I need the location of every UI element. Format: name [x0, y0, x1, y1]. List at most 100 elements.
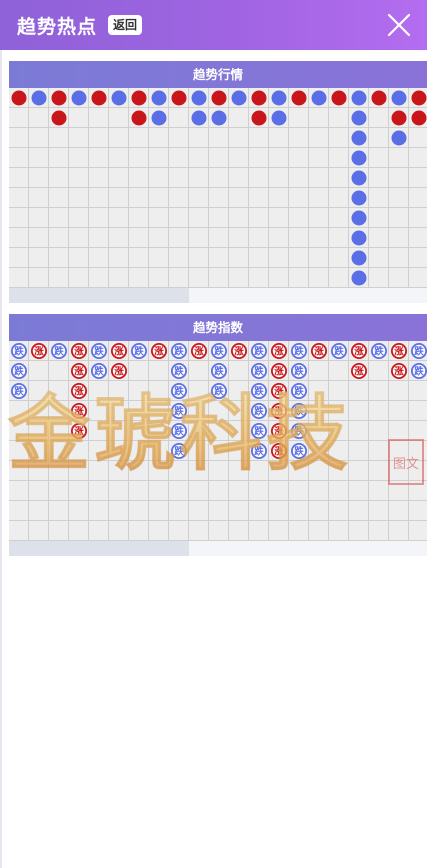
trend-index-chart: 跌跌跌涨跌涨涨涨涨涨跌跌涨涨跌涨跌跌跌跌跌跌涨 跌跌跌涨 跌跌跌跌跌跌涨涨涨涨涨涨跌…	[9, 341, 427, 541]
red-dot	[51, 110, 67, 126]
red-dot	[411, 110, 427, 126]
up-badge: 涨	[71, 343, 87, 359]
red-dot	[131, 110, 147, 126]
blue-dot	[351, 150, 367, 166]
red-dot	[11, 90, 27, 106]
trend-market-panel: 趋势行情	[9, 61, 427, 303]
scrollbar-thumb[interactable]	[9, 288, 189, 303]
badge-label: 涨	[154, 346, 164, 358]
badge-label: 跌	[174, 366, 184, 378]
blue-dot	[231, 90, 247, 106]
badge-label: 涨	[274, 346, 284, 358]
down-badge: 跌	[251, 343, 267, 359]
badge-label: 跌	[254, 366, 264, 378]
up-badge: 涨	[351, 363, 367, 379]
up-badge: 涨	[71, 403, 87, 419]
up-badge: 涨	[71, 383, 87, 399]
down-badge: 跌	[411, 363, 427, 379]
down-badge: 跌	[171, 343, 187, 359]
trend-market-grid[interactable]	[9, 88, 427, 288]
red-dot	[371, 90, 387, 106]
up-badge: 涨	[271, 383, 287, 399]
badge-label: 涨	[274, 426, 284, 438]
down-badge: 跌	[211, 383, 227, 399]
badge-label: 涨	[274, 406, 284, 418]
badge-label: 跌	[254, 446, 264, 458]
down-badge: 跌	[331, 343, 347, 359]
badge-label: 跌	[294, 346, 304, 358]
red-dot	[251, 110, 267, 126]
page-edge	[0, 50, 2, 868]
badge-label: 跌	[254, 406, 264, 418]
red-dot	[131, 90, 147, 106]
up-badge: 涨	[31, 343, 47, 359]
blue-dot	[351, 170, 367, 186]
down-badge: 跌	[131, 343, 147, 359]
trend-market-title: 趋势行情	[9, 61, 427, 88]
up-badge: 涨	[71, 363, 87, 379]
blue-dot	[351, 190, 367, 206]
trend-index-title: 趋势指数	[9, 314, 427, 341]
down-badge: 跌	[171, 383, 187, 399]
down-badge: 跌	[91, 343, 107, 359]
badge-label: 涨	[74, 406, 84, 418]
badge-label: 跌	[214, 346, 224, 358]
badge-label: 涨	[394, 346, 404, 358]
blue-dot	[351, 130, 367, 146]
up-badge: 涨	[191, 343, 207, 359]
down-badge: 跌	[211, 343, 227, 359]
red-dot	[331, 90, 347, 106]
badge-label: 跌	[14, 366, 24, 378]
badge-label: 涨	[274, 366, 284, 378]
badge-label: 跌	[14, 386, 24, 398]
down-badge: 跌	[291, 403, 307, 419]
blue-dot	[151, 90, 167, 106]
down-badge: 跌	[291, 443, 307, 459]
blue-dot	[271, 110, 287, 126]
badge-label: 涨	[394, 366, 404, 378]
down-badge: 跌	[411, 343, 427, 359]
badge-label: 跌	[254, 426, 264, 438]
blue-dot	[351, 90, 367, 106]
badge-label: 涨	[34, 346, 44, 358]
scrollbar-thumb[interactable]	[9, 541, 189, 556]
up-badge: 涨	[391, 343, 407, 359]
down-badge: 跌	[11, 383, 27, 399]
red-dot	[91, 90, 107, 106]
badge-label: 跌	[294, 446, 304, 458]
badge-label: 跌	[214, 366, 224, 378]
blue-dot	[271, 90, 287, 106]
blue-dot	[111, 90, 127, 106]
down-badge: 跌	[171, 443, 187, 459]
blue-dot	[211, 110, 227, 126]
blue-dot	[351, 210, 367, 226]
blue-dot	[71, 90, 87, 106]
up-badge: 涨	[391, 363, 407, 379]
close-icon[interactable]	[386, 12, 412, 38]
badge-label: 涨	[314, 346, 324, 358]
up-badge: 涨	[151, 343, 167, 359]
trend-index-grid[interactable]: 跌跌跌涨跌涨涨涨涨涨跌跌涨涨跌涨跌跌跌跌跌跌涨跌跌跌涨跌跌跌跌跌跌涨涨涨涨涨涨跌…	[9, 341, 427, 541]
blue-dot	[351, 250, 367, 266]
down-badge: 跌	[171, 403, 187, 419]
red-dot	[211, 90, 227, 106]
blue-dot	[31, 90, 47, 106]
trend-index-scrollbar[interactable]	[9, 541, 427, 556]
down-badge: 跌	[211, 363, 227, 379]
badge-label: 涨	[74, 386, 84, 398]
trend-index-panel: 趋势指数 跌跌跌涨跌涨涨涨涨涨跌跌涨涨跌涨跌跌跌跌跌跌涨跌跌跌涨跌跌跌跌跌跌涨涨…	[9, 314, 427, 556]
back-button[interactable]: 返回	[108, 15, 143, 35]
badge-label: 跌	[174, 426, 184, 438]
badge-label: 跌	[294, 426, 304, 438]
down-badge: 跌	[291, 363, 307, 379]
blue-dot	[151, 110, 167, 126]
badge-label: 涨	[74, 346, 84, 358]
badge-label: 跌	[254, 386, 264, 398]
blue-dot	[391, 90, 407, 106]
trend-market-scrollbar[interactable]	[9, 288, 427, 303]
down-badge: 跌	[371, 343, 387, 359]
down-badge: 跌	[291, 383, 307, 399]
down-badge: 跌	[11, 363, 27, 379]
up-badge: 涨	[231, 343, 247, 359]
badge-label: 跌	[334, 346, 344, 358]
